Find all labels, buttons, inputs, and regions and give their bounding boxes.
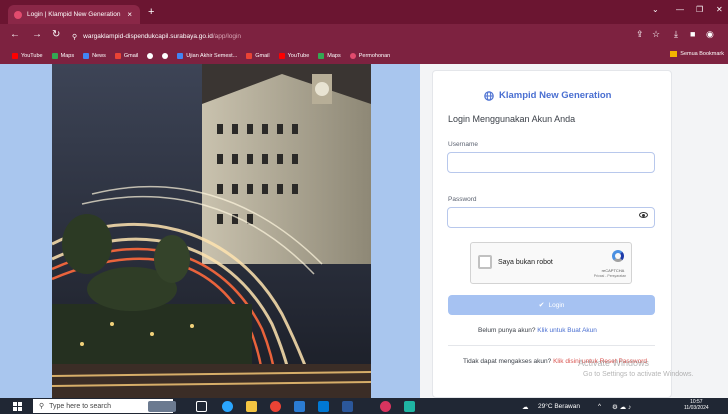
profile-icon[interactable]: ◉: [706, 29, 714, 40]
taskbar-search-placeholder: Type here to search: [49, 402, 112, 410]
edge-icon[interactable]: [222, 401, 233, 412]
tab-close-icon[interactable]: ×: [127, 10, 132, 19]
city-night-image: [52, 64, 371, 398]
bookmark-gmail[interactable]: Gmail: [114, 53, 138, 59]
weather-text[interactable]: 29°C Berawan: [538, 403, 580, 410]
browser-tab-active[interactable]: Login | Klampid New Generation ×: [8, 5, 140, 24]
new-tab-button[interactable]: +: [148, 6, 154, 18]
brand-header: Klampid New Generation: [484, 90, 611, 101]
github-icon: [147, 53, 154, 59]
app-icon[interactable]: [404, 401, 415, 412]
maps-icon: [51, 53, 58, 59]
recaptcha-terms[interactable]: Privasi - Persyaratan: [590, 274, 630, 278]
taskbar-clock[interactable]: 10:57 11/03/2024: [684, 399, 709, 411]
windows-start-icon[interactable]: [13, 402, 22, 411]
bookmark-youtube[interactable]: YouTube: [12, 53, 43, 59]
sidepanel-icon[interactable]: ■: [690, 29, 695, 39]
chrome-active-icon[interactable]: [380, 401, 391, 412]
bookmarks-bar: YouTube Maps News Gmail Ujian Akhir Seme…: [0, 48, 728, 64]
recaptcha-label: Saya bukan robot: [498, 259, 553, 266]
tab-search-icon[interactable]: ⌄: [652, 5, 659, 14]
site-favicon-icon: [14, 10, 22, 19]
divider: [448, 345, 655, 346]
news-icon: [83, 53, 90, 59]
register-link[interactable]: Klik untuk Buat Akun: [537, 327, 597, 334]
chrome-icon[interactable]: [270, 401, 281, 412]
folder-icon: [670, 51, 678, 57]
recaptcha-checkbox[interactable]: [478, 255, 492, 269]
address-bar[interactable]: ⚲ wargaklampid-dispendukcapil.surabaya.g…: [72, 28, 502, 45]
back-icon[interactable]: ←: [10, 29, 20, 40]
register-line: Belum punya akun? Klik untuk Buat Akun: [478, 327, 597, 334]
show-password-icon[interactable]: [639, 212, 648, 218]
bookmark-star-icon[interactable]: ☆: [652, 29, 660, 40]
gmail-icon: [246, 53, 253, 59]
maps-icon: [318, 53, 325, 59]
activation-watermark-subtitle: Go to Settings to activate Windows.: [583, 371, 694, 378]
bookmark-github-2[interactable]: [162, 53, 169, 59]
url-path: /app/login: [212, 33, 242, 40]
bookmark-youtube-2[interactable]: YouTube: [278, 53, 309, 59]
taskbar-news-widget-icon[interactable]: [148, 401, 176, 412]
classroom-icon: [177, 53, 184, 59]
all-bookmarks[interactable]: Semua Bookmark: [670, 51, 724, 57]
minimize-icon[interactable]: —: [676, 5, 684, 14]
login-button-label: Login: [548, 301, 565, 309]
bookmark-github-1[interactable]: [147, 53, 154, 59]
site-info-icon[interactable]: ⚲: [72, 33, 77, 41]
globe-icon: [484, 90, 494, 101]
bookmark-ujian[interactable]: Ujian Akhir Semest...: [177, 53, 237, 59]
password-input[interactable]: [447, 207, 655, 228]
word-icon[interactable]: [342, 401, 353, 412]
tab-title: Login | Klampid New Generation: [27, 11, 121, 18]
site-favicon-icon: [349, 53, 356, 59]
clock-date: 11/03/2024: [684, 405, 709, 411]
reload-icon[interactable]: ↻: [52, 29, 60, 40]
tray-icons[interactable]: ⚙ ☁ ♪: [612, 403, 631, 411]
weather-icon[interactable]: ☁: [522, 403, 529, 411]
check-circle-icon: ✔: [538, 302, 545, 309]
login-subtitle: Login Menggunakan Akun Anda: [448, 114, 576, 124]
recaptcha-brand: reCAPTCHA: [601, 268, 625, 273]
youtube-icon: [12, 53, 18, 59]
forward-icon[interactable]: →: [32, 29, 42, 40]
reset-prompt: Tidak dapat mengakses akun?: [462, 358, 552, 365]
maximize-icon[interactable]: ❐: [696, 5, 703, 14]
file-explorer-icon[interactable]: [246, 401, 257, 412]
register-prompt: Belum punya akun?: [478, 327, 536, 334]
share-icon[interactable]: ⇪: [636, 29, 644, 40]
bookmark-maps-2[interactable]: Maps: [318, 53, 341, 59]
close-window-icon[interactable]: ✕: [716, 5, 723, 14]
github-icon: [162, 53, 169, 59]
password-label: Password: [448, 196, 477, 203]
search-icon: ⚲: [39, 403, 45, 410]
tray-overflow-icon[interactable]: ^: [598, 403, 601, 410]
store-icon[interactable]: [294, 401, 305, 412]
brand-title: Klampid New Generation: [499, 90, 612, 101]
gmail-icon: [114, 53, 121, 59]
mail-icon[interactable]: [318, 401, 329, 412]
activation-watermark-title: Activate Windows: [578, 358, 650, 368]
bookmark-maps[interactable]: Maps: [51, 53, 74, 59]
youtube-icon: [278, 53, 285, 59]
login-button[interactable]: ✔ Login: [448, 295, 655, 315]
right-blue-band: [371, 64, 420, 398]
task-view-icon[interactable]: [196, 401, 207, 412]
bookmark-news[interactable]: News: [83, 53, 106, 59]
left-blue-band: [0, 64, 52, 398]
bookmark-permohonan[interactable]: Permohonan: [349, 53, 390, 59]
download-icon[interactable]: ⤓: [674, 29, 678, 40]
username-input[interactable]: [447, 152, 655, 173]
bookmark-gmail-2[interactable]: Gmail: [246, 53, 270, 59]
recaptcha-logo-icon: [612, 250, 624, 262]
username-label: Username: [448, 141, 478, 148]
city-photo: [52, 64, 371, 398]
url-host: wargaklampid-dispendukcapil.surabaya.go.…: [83, 33, 213, 40]
